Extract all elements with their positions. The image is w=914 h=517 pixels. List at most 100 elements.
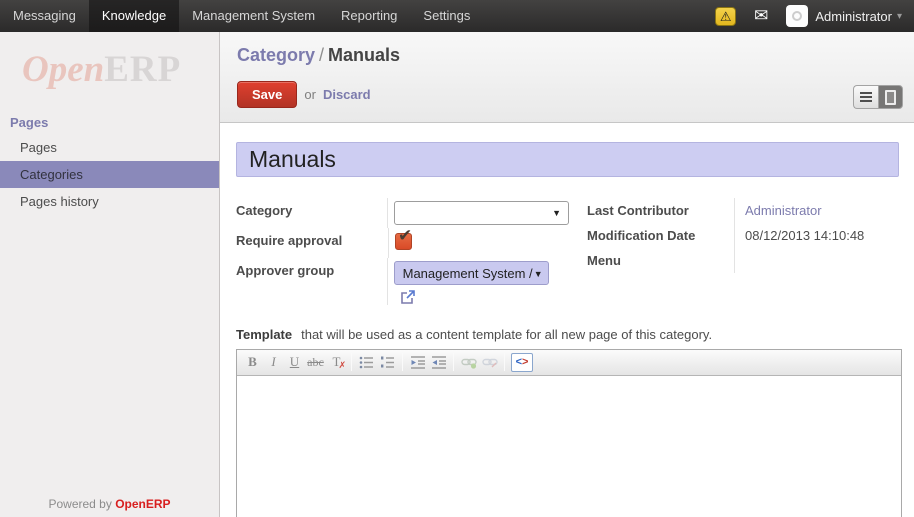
openerp-logo: OpenERP [22, 48, 219, 91]
template-caption: Template that will be used as a content t… [236, 327, 914, 342]
warning-icon[interactable]: ⚠ [715, 7, 736, 26]
mail-glyph: ✉ [754, 6, 768, 25]
select-caret-icon: ▼ [552, 208, 561, 218]
logo-erp-text: ERP [104, 49, 181, 90]
camera-icon [792, 11, 802, 21]
form-right-column: Last Contributor Administrator Modificat… [587, 198, 913, 305]
sidebar-item-categories[interactable]: Categories [0, 161, 219, 188]
breadcrumb-current: Manuals [328, 45, 400, 65]
editor-toolbar: B I U abc T✗ <> [237, 350, 901, 376]
source-code-button[interactable]: <> [511, 353, 533, 372]
template-help: that will be used as a content template … [301, 327, 712, 342]
remove-format-button[interactable]: T✗ [326, 352, 347, 372]
field-row-last-contributor: Last Contributor Administrator [587, 198, 913, 223]
require-approval-label: Require approval [236, 228, 389, 258]
last-contributor-label: Last Contributor [587, 198, 735, 223]
template-label: Template [236, 327, 292, 342]
field-row-require-approval: Require approval ✔ [236, 228, 569, 258]
modification-date-label: Modification Date [587, 223, 735, 248]
field-row-modification-date: Modification Date 08/12/2013 14:10:48 [587, 223, 913, 248]
form-body: Category ▼ Require approval ✔ [220, 123, 914, 517]
or-label: or [304, 87, 316, 102]
underline-button[interactable]: U [284, 352, 305, 372]
menu-reporting[interactable]: Reporting [328, 0, 410, 32]
editor-content-area[interactable] [237, 376, 901, 517]
warning-glyph: ⚠ [720, 10, 732, 23]
indent-button[interactable] [428, 352, 449, 372]
discard-link[interactable]: Discard [323, 87, 371, 102]
field-row-category: Category ▼ [236, 198, 569, 228]
view-switcher [853, 85, 903, 109]
chevron-down-icon: ▾ [897, 11, 902, 22]
remove-link-button[interactable] [479, 352, 500, 372]
link-icon [461, 356, 477, 369]
category-label: Category [236, 198, 388, 228]
checkmark-icon: ✔ [398, 226, 412, 246]
menu-messaging[interactable]: Messaging [0, 0, 89, 32]
menu-management-system[interactable]: Management System [179, 0, 328, 32]
template-editor: B I U abc T✗ <> [236, 349, 902, 517]
modification-date-value: 08/12/2013 14:10:48 [735, 223, 864, 248]
toolbar-separator [351, 353, 352, 371]
logo-open-text: Open [22, 49, 104, 90]
powered-by-brand[interactable]: OpenERP [115, 497, 170, 511]
numbered-list-button[interactable] [377, 352, 398, 372]
list-icon [860, 92, 872, 102]
topbar-right-area: ⚠ ✉ Administrator ▾ [715, 0, 914, 32]
approver-group-label: Approver group [236, 258, 388, 305]
category-select[interactable]: ▼ [394, 201, 569, 225]
outdent-icon [410, 355, 426, 369]
menu-knowledge[interactable]: Knowledge [89, 0, 179, 32]
outdent-button[interactable] [407, 352, 428, 372]
require-approval-checkbox[interactable]: ✔ [395, 233, 412, 250]
menu-label: Menu [587, 248, 735, 273]
require-approval-value: ✔ [389, 228, 412, 258]
insert-link-button[interactable] [458, 352, 479, 372]
approver-group-select[interactable]: Management System / ▼ [394, 261, 549, 285]
sidebar: OpenERP Pages Pages Categories Pages his… [0, 32, 220, 517]
remove-format-x-icon: ✗ [338, 360, 346, 371]
top-menu: Messaging Knowledge Management System Re… [0, 0, 483, 32]
user-menu[interactable]: Administrator [815, 9, 892, 24]
bullet-list-button[interactable] [356, 352, 377, 372]
toolbar-separator [402, 353, 403, 371]
approver-group-value: Management System / ▼ [388, 258, 569, 305]
form-icon [885, 90, 896, 105]
bold-button[interactable]: B [242, 352, 263, 372]
italic-button[interactable]: I [263, 352, 284, 372]
sidebar-section-pages: Pages [10, 115, 219, 130]
list-view-button[interactable] [853, 85, 878, 109]
form-view-button[interactable] [878, 85, 903, 109]
breadcrumb-category-link[interactable]: Category [237, 45, 315, 65]
powered-by: Powered by OpenERP [0, 497, 219, 511]
numbered-list-icon [380, 355, 395, 369]
external-link-icon[interactable] [400, 289, 416, 305]
main-content: Category/Manuals Save or Discard Categor… [220, 32, 914, 517]
content-header: Category/Manuals Save or Discard [220, 32, 914, 123]
top-navigation-bar: Messaging Knowledge Management System Re… [0, 0, 914, 32]
category-value: ▼ [388, 198, 569, 228]
menu-value [735, 248, 745, 273]
menu-settings[interactable]: Settings [410, 0, 483, 32]
mail-icon[interactable]: ✉ [754, 6, 768, 26]
field-row-menu: Menu [587, 248, 913, 273]
form-fields: Category ▼ Require approval ✔ [236, 198, 914, 305]
toolbar-separator [504, 353, 505, 371]
approver-group-selected: Management System / [403, 266, 533, 281]
avatar[interactable] [786, 5, 808, 27]
breadcrumb-separator: / [315, 45, 328, 65]
select-caret-icon: ▼ [534, 269, 543, 279]
app-window: Messaging Knowledge Management System Re… [0, 0, 914, 517]
unlink-icon [482, 356, 498, 369]
category-name-input[interactable] [236, 142, 899, 177]
sidebar-item-pages[interactable]: Pages [0, 134, 219, 161]
form-left-column: Category ▼ Require approval ✔ [236, 198, 569, 305]
save-button[interactable]: Save [237, 81, 297, 108]
field-row-approver-group: Approver group Management System / ▼ [236, 258, 569, 305]
breadcrumb: Category/Manuals [237, 45, 914, 66]
toolbar-separator [453, 353, 454, 371]
last-contributor-value[interactable]: Administrator [745, 203, 822, 218]
source-gt-glyph: > [522, 356, 528, 368]
sidebar-item-pages-history[interactable]: Pages history [0, 188, 219, 215]
strikethrough-button[interactable]: abc [305, 352, 326, 372]
